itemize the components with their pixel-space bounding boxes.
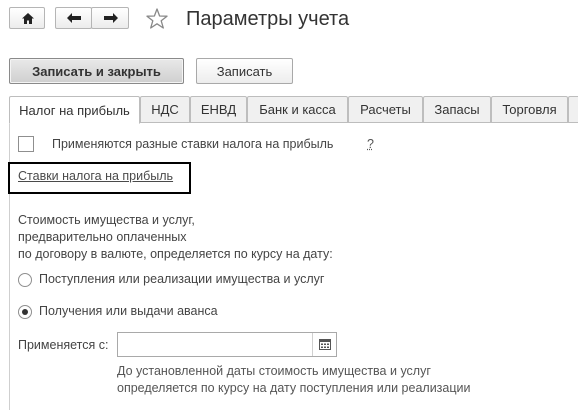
home-button[interactable] xyxy=(9,7,45,29)
favorite-star-icon[interactable] xyxy=(145,7,169,31)
hint-line-1: До установленной даты стоимость имуществ… xyxy=(117,364,431,378)
save-and-close-button[interactable]: Записать и закрыть xyxy=(9,58,184,84)
arrow-left-icon xyxy=(67,13,81,23)
tab-trade[interactable]: Торговля xyxy=(491,96,568,123)
tab-inventory[interactable]: Запасы xyxy=(423,96,491,123)
tab-envd[interactable]: ЕНВД xyxy=(190,96,247,123)
radio-advance[interactable] xyxy=(18,305,32,319)
arrow-right-icon xyxy=(104,13,118,23)
help-button[interactable]: ? xyxy=(367,137,374,151)
tab-bar: Налог на прибыль НДС ЕНВД Банк и касса Р… xyxy=(0,95,578,124)
tab-vat[interactable]: НДС xyxy=(140,96,190,123)
home-icon xyxy=(22,13,34,24)
forward-button[interactable] xyxy=(91,7,129,29)
valuation-description-line-1: Стоимость имущества и услуг, xyxy=(18,213,195,227)
back-button[interactable] xyxy=(55,7,92,29)
calendar-button[interactable] xyxy=(312,333,336,356)
hint-line-2: определяется по курсу на дату поступлени… xyxy=(117,381,471,395)
tab-more[interactable] xyxy=(568,96,578,123)
valuation-description-line-3: по договору в валюте, определяется по ку… xyxy=(18,247,333,261)
applies-from-date-input[interactable] xyxy=(117,332,337,357)
different-rates-checkbox[interactable] xyxy=(18,136,34,152)
calendar-icon xyxy=(318,339,331,350)
tab-bank-cash[interactable]: Банк и касса xyxy=(247,96,348,123)
radio-receipt-sale-label: Поступления или реализации имущества и у… xyxy=(39,272,325,286)
tax-rates-link[interactable]: Ставки налога на прибыль xyxy=(18,169,173,183)
save-button[interactable]: Записать xyxy=(196,58,293,84)
different-rates-label: Применяются разные ставки налога на приб… xyxy=(52,137,334,151)
applies-from-label: Применяется с: xyxy=(18,338,109,352)
tab-settlements[interactable]: Расчеты xyxy=(348,96,423,123)
radio-receipt-sale[interactable] xyxy=(18,273,32,287)
radio-advance-label: Получения или выдачи аванса xyxy=(39,304,218,318)
radio-selected-dot xyxy=(22,309,28,315)
window-title: Параметры учета xyxy=(186,8,350,30)
valuation-description-line-2: предварительно оплаченных xyxy=(18,230,187,244)
tab-profit-tax[interactable]: Налог на прибыль xyxy=(9,96,140,124)
